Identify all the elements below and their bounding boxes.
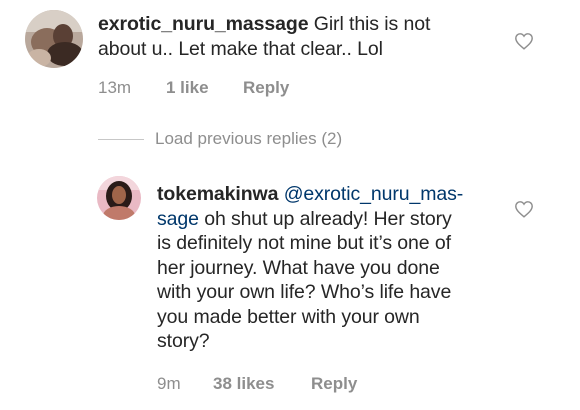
- comment-username[interactable]: tokemakinwa: [157, 183, 278, 205]
- reply-button[interactable]: Reply: [243, 78, 289, 98]
- comment-body-line: you made better with your own: [157, 305, 420, 328]
- comment-likes[interactable]: 1 like: [166, 78, 209, 98]
- like-heart-icon[interactable]: [514, 200, 534, 223]
- comment-body-line: story?: [157, 330, 210, 352]
- comment-likes[interactable]: 38 likes: [213, 374, 274, 394]
- comment-username[interactable]: exrotic_nuru_massage: [98, 13, 309, 35]
- load-previous-replies-button[interactable]: Load previous replies (2): [155, 129, 342, 149]
- comment-time: 9m: [157, 374, 181, 393]
- comment-text: exrotic_nuru_massage Girl this is not ab…: [98, 12, 528, 61]
- mention-link[interactable]: @exrotic_nuru_mas-: [278, 183, 464, 205]
- comment-body-line2: about u.. Let make that clear.. Lol: [98, 37, 383, 60]
- comment-time: 13m: [98, 78, 132, 97]
- like-heart-icon[interactable]: [514, 32, 534, 55]
- comment-body-line: is definitely not mine but it’s one of: [157, 232, 451, 254]
- comment-body-line1: Girl this is not: [308, 13, 431, 35]
- comment-body-line: with your own life? Who’s life have: [157, 281, 452, 303]
- comment-body-line: her journey. What have you done: [157, 256, 440, 279]
- avatar[interactable]: [97, 176, 141, 220]
- comment-text: tokemakinwa @exrotic_nuru_mas- sage oh s…: [157, 182, 517, 354]
- mention-link-cont[interactable]: sage: [157, 208, 199, 230]
- reply-button[interactable]: Reply: [311, 374, 357, 394]
- comment-body-line: oh shut up already! Her story: [198, 207, 452, 230]
- divider-line: [98, 139, 144, 140]
- avatar[interactable]: [25, 10, 83, 68]
